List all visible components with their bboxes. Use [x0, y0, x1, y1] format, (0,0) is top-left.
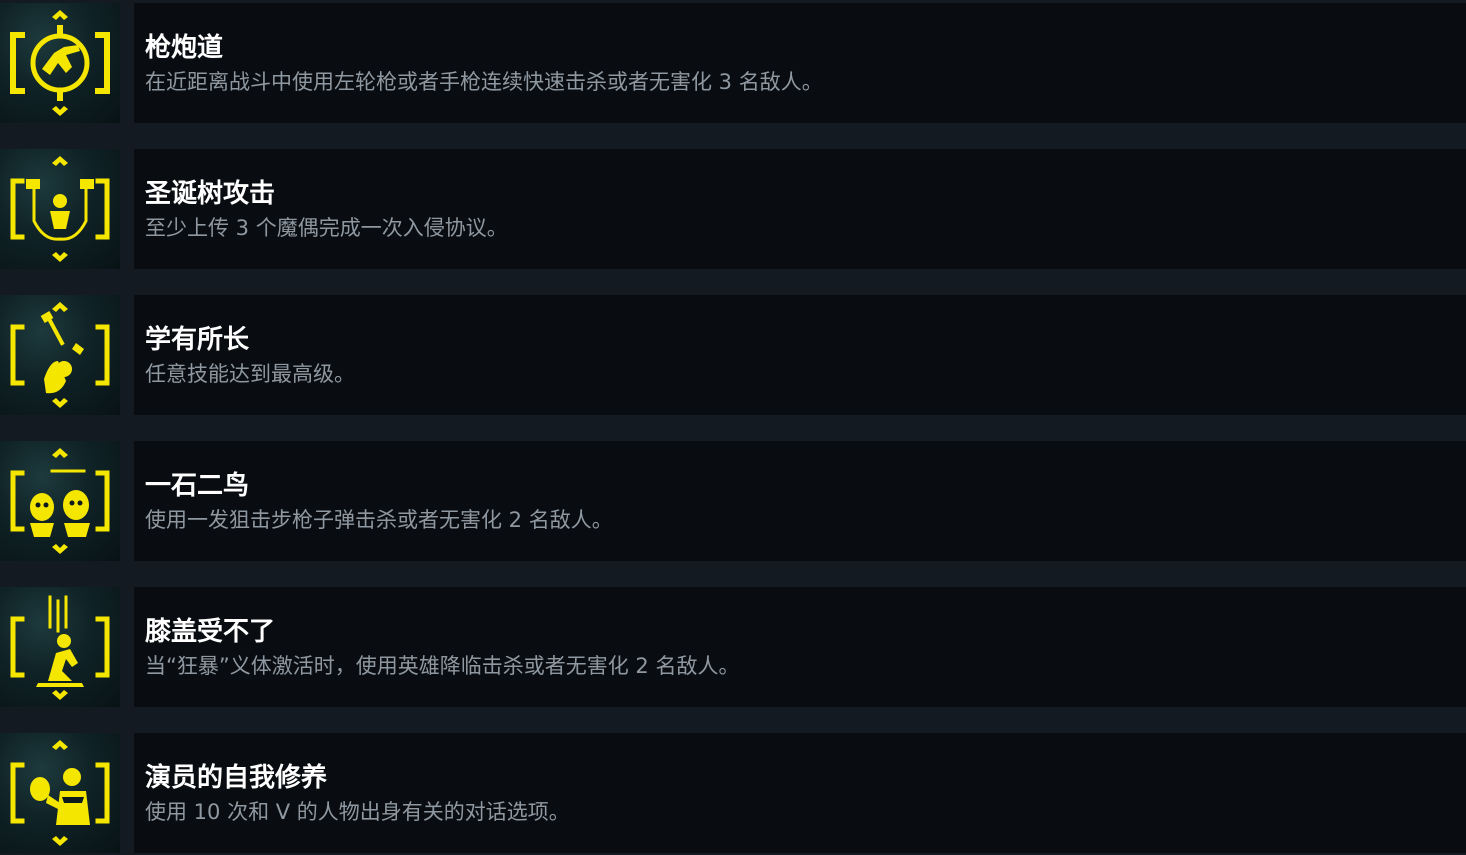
- actor-self-cultivation-emblem-icon: [10, 740, 110, 846]
- achievement-icon-frame: [0, 149, 120, 269]
- achievement-description: 至少上传 3 个魔偶完成一次入侵协议。: [145, 216, 508, 240]
- achievement-title: 演员的自我修养: [145, 763, 328, 793]
- achievement-text-panel: 学有所长 任意技能达到最高级。: [134, 295, 1466, 415]
- achievement-title: 学有所长: [145, 325, 250, 355]
- achievement-icon-frame: [0, 441, 120, 561]
- two-birds-one-stone-emblem-icon: [10, 448, 110, 554]
- achievement-description: 使用一发狙击步枪子弹击杀或者无害化 2 名敌人。: [145, 508, 613, 532]
- achievement-row[interactable]: 枪炮道 在近距离战斗中使用左轮枪或者手枪连续快速击杀或者无害化 3 名敌人。: [0, 3, 1466, 123]
- achievement-row[interactable]: 圣诞树攻击 至少上传 3 个魔偶完成一次入侵协议。: [0, 149, 1466, 269]
- achievement-text-panel: 演员的自我修养 使用 10 次和 V 的人物出身有关的对话选项。: [134, 733, 1466, 853]
- gunslinger-emblem-icon: [10, 10, 110, 116]
- achievement-icon-frame: [0, 587, 120, 707]
- achievement-row[interactable]: 膝盖受不了 当“狂暴”义体激活时，使用英雄降临击杀或者无害化 2 名敌人。: [0, 587, 1466, 707]
- achievement-text-panel: 膝盖受不了 当“狂暴”义体激活时，使用英雄降临击杀或者无害化 2 名敌人。: [134, 587, 1466, 707]
- knee-breaker-emblem-icon: [10, 595, 110, 700]
- achievement-row[interactable]: 一石二鸟 使用一发狙击步枪子弹击杀或者无害化 2 名敌人。: [0, 441, 1466, 561]
- specialist-emblem-icon: [10, 302, 110, 408]
- achievement-icon-frame: [0, 3, 120, 123]
- achievement-title: 枪炮道: [145, 33, 224, 63]
- achievement-title: 膝盖受不了: [145, 617, 276, 647]
- christmas-tree-attack-emblem-icon: [10, 156, 110, 262]
- achievement-title: 一石二鸟: [145, 471, 250, 501]
- achievement-description: 使用 10 次和 V 的人物出身有关的对话选项。: [145, 800, 570, 824]
- achievement-description: 在近距离战斗中使用左轮枪或者手枪连续快速击杀或者无害化 3 名敌人。: [145, 70, 823, 94]
- achievement-title: 圣诞树攻击: [145, 179, 276, 209]
- achievement-list: 枪炮道 在近距离战斗中使用左轮枪或者手枪连续快速击杀或者无害化 3 名敌人。 圣…: [0, 0, 1466, 855]
- achievement-text-panel: 圣诞树攻击 至少上传 3 个魔偶完成一次入侵协议。: [134, 149, 1466, 269]
- achievement-icon-frame: [0, 733, 120, 853]
- achievement-description: 任意技能达到最高级。: [145, 362, 355, 386]
- achievement-text-panel: 一石二鸟 使用一发狙击步枪子弹击杀或者无害化 2 名敌人。: [134, 441, 1466, 561]
- achievement-row[interactable]: 演员的自我修养 使用 10 次和 V 的人物出身有关的对话选项。: [0, 733, 1466, 853]
- achievement-icon-frame: [0, 295, 120, 415]
- achievement-row[interactable]: 学有所长 任意技能达到最高级。: [0, 295, 1466, 415]
- achievement-text-panel: 枪炮道 在近距离战斗中使用左轮枪或者手枪连续快速击杀或者无害化 3 名敌人。: [134, 3, 1466, 123]
- achievement-description: 当“狂暴”义体激活时，使用英雄降临击杀或者无害化 2 名敌人。: [145, 654, 740, 678]
